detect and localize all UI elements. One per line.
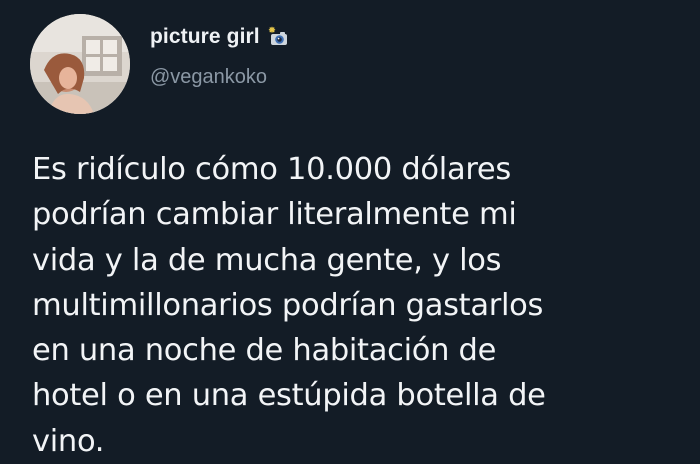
tweet-text: Es ridículo cómo 10.000 dólares podrían … xyxy=(32,147,672,464)
user-names: picture girl @vegankoko xyxy=(150,22,289,89)
avatar-photo xyxy=(30,14,130,114)
user-handle[interactable]: @vegankoko xyxy=(150,66,289,89)
tweet-text-line: hotel o en una estúpida botella de xyxy=(32,378,546,414)
camera-with-flash-icon xyxy=(267,26,289,48)
tweet-text-line: en una noche de habitación de xyxy=(32,333,497,369)
tweet-text-line: vida y la de mucha gente, y los xyxy=(32,242,502,278)
tweet-text-line: multimillonarios podrían gastarlos xyxy=(32,287,544,323)
tweet-text-line: Es ridículo cómo 10.000 dólares xyxy=(32,152,511,187)
tweet-card: picture girl @vegankoko Es ridículo cómo… xyxy=(0,0,700,460)
display-name-row: picture girl xyxy=(150,22,289,52)
tweet-text-line: podrían cambiar literalmente mi xyxy=(32,197,517,233)
display-name[interactable]: picture girl xyxy=(150,25,260,49)
tweet-header: picture girl @vegankoko xyxy=(30,14,289,114)
tweet-text-line: vino. xyxy=(32,423,105,459)
avatar[interactable] xyxy=(30,14,130,114)
